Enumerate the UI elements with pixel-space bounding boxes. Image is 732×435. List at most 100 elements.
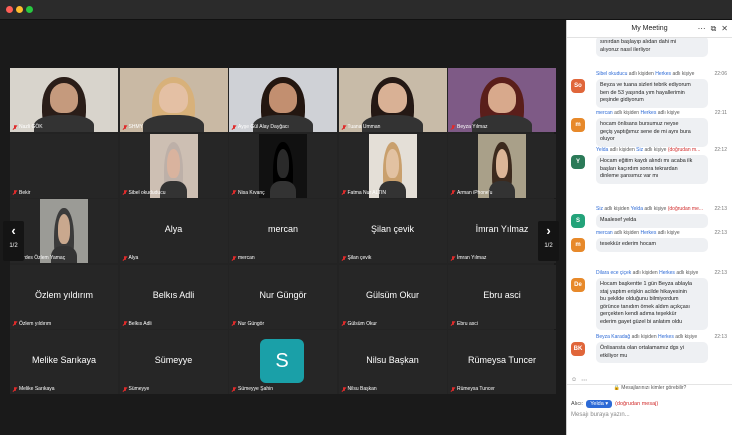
participant-name-tag: Nisa Kıvanç [232,190,265,196]
participant-tile[interactable]: Gülsüm Okur Gülsüm Okur [338,264,447,329]
sender-avatar: m [571,118,585,132]
video-stage: Nazli GÖK SHMY Ayşe Gül Alay Dayğacı Tuana … [0,20,566,435]
participant-display-name: Nur Güngör [259,289,307,300]
previous-page-button[interactable]: ‹ 1/2 [3,221,24,261]
participant-tile[interactable]: Tuana Umman [338,68,447,132]
participant-face-shape [487,83,517,113]
chevron-right-icon: › [546,223,551,238]
mic-muted-icon [451,124,455,130]
participant-name: SHMY [128,124,143,130]
participant-tile[interactable]: Sümeyye Sümeyye [119,330,228,394]
meta-text: adlı kişiden [612,110,641,116]
recipient-name: Yelda [630,206,643,212]
message-bubble: Beyza ve tuana sizleri tebrik ediyorum b… [596,79,708,108]
participant-tile[interactable]: Rümeysa Tuncer Rümeysa Tuncer [448,330,556,394]
message-meta: mercan adlı kişiden Herkes adlı kişiye 22… [596,110,727,116]
mic-muted-icon [13,386,17,392]
meta-text: adlı kişiye [674,270,699,276]
participant-tile[interactable]: Arman iPhone'u [448,133,556,198]
participant-video [259,133,307,198]
participant-name-tag: Nazli GÖK [13,124,43,130]
participant-tile[interactable]: Nur Güngör Nur Güngör [229,264,337,329]
message-time: 22:11 [714,110,727,116]
more-actions-icon[interactable]: ⋯ [581,377,587,384]
message-time: 22:13 [714,206,727,212]
mic-muted-icon [123,190,127,195]
message-meta: Sibel okuducu adlı kişiden Herkes adlı k… [596,71,727,77]
sender-name: mercan [596,110,613,116]
next-page-button[interactable]: › 1/2 [538,221,559,261]
participant-video [149,133,198,198]
participant-name-tag: Bekir [13,190,30,196]
participant-tile[interactable]: Belkıs Adli Belkıs Adli [119,264,228,329]
participant-tile[interactable]: Melike Sarıkaya Melike Sarıkaya [10,330,118,394]
participant-tile[interactable]: Sibel okududucu [119,133,228,198]
mic-muted-icon [232,255,236,261]
mic-muted-icon [13,124,17,130]
participant-name: Sümeyye [128,386,150,392]
reaction-icon[interactable]: ☺ [571,377,577,384]
message-input[interactable]: Mesajı buraya yazın... [571,412,630,418]
participant-tile[interactable]: Bekir [10,133,118,198]
meta-text: adlı kişiye [656,110,680,116]
participant-tile[interactable]: Ayşe Gül Alay Dayğacı [229,68,337,132]
participant-tile[interactable]: Özlem yıldırım Özlem yıldırım [10,264,118,329]
who-can-see-link[interactable]: 🔒 Mesajlarınızı kimler görebilir? [567,385,732,391]
participant-tile[interactable]: S Sümeyye Şahin [229,330,337,394]
participant-name: Fatma Nur ALTIN [347,189,387,196]
participant-video [478,133,526,198]
participant-display-name: Melike Sarıkaya [31,355,97,365]
minimize-window-button[interactable] [16,6,23,13]
participant-name-tag: Sibel okududucu [123,190,165,196]
message-meta: Siz adlı kişiden Yelda adlı kişiye (doğr… [596,206,727,212]
message-meta: Dilara ece çiçek adlı kişiden Herkes adl… [596,270,727,276]
recipient-name: Herkes [659,270,675,276]
participant-tile[interactable]: Firdes Özlem Yamaç [10,199,118,263]
participant-tile[interactable]: Alya Alya [119,199,228,263]
close-window-button[interactable] [6,6,13,13]
sender-name: Beyza Karadağ [596,334,631,340]
participant-tile[interactable]: Nisa Kıvanç [229,133,337,198]
participant-body-shape [488,180,516,198]
participant-name-tag: Beyza Yılmaz [451,124,487,130]
participant-name: Nazli GÖK [19,124,43,130]
chat-messages[interactable]: sınırdan başlayıp alıdan dahi mi alıyoru… [567,38,732,398]
participant-name: Nilsu Başkan [347,386,377,392]
recipient-dropdown[interactable]: Yelda ▾ [586,400,613,408]
participant-name-tag: Belkıs Adli [123,321,152,327]
mic-muted-icon [232,321,236,326]
participant-face-shape [378,83,407,113]
participant-display-name: Ebru asci [483,289,521,300]
sender-name: Yelda [596,147,609,153]
recipient-name: Herkes [655,71,672,77]
participant-tile[interactable]: Şilan çevik Şilan çevik [338,199,447,263]
participant-tile[interactable]: Ebru asci Ebru asci [448,264,556,329]
participant-tile[interactable]: Nazli GÖK [10,68,118,132]
more-icon[interactable]: ⋯ [698,24,706,33]
participant-name-tag: Arman iPhone'u [451,190,492,196]
participant-body-shape [269,180,297,198]
close-icon[interactable]: ✕ [721,24,728,33]
participant-tile[interactable]: Nilsu Başkan Nilsu Başkan [338,330,447,394]
meta-text: adlı kişiye [673,334,698,340]
message-bubble: tesekkür ederim hocam [596,238,708,252]
participant-face-shape [57,214,71,244]
mic-muted-icon [342,190,346,195]
participant-face-shape [386,148,399,179]
participant-tile[interactable]: Fatma Nur ALTIN [338,133,447,198]
direct-message-note: (doğrudan mesaj) [615,401,659,407]
participant-video [119,68,228,132]
participant-video [448,68,556,132]
participant-name: Ayşe Gül Alay Dayğacı [238,124,289,130]
maximize-window-button[interactable] [26,6,33,13]
mic-muted-icon [232,386,236,392]
mic-muted-icon [232,190,236,195]
participant-tile[interactable]: Beyza Yılmaz [448,68,556,132]
sender-avatar: BK [571,342,585,356]
sender-avatar: m [571,238,585,252]
popout-icon[interactable]: ⧉ [711,24,717,33]
chat-header: My Meeting ⋯ ⧉ ✕ [567,20,732,38]
message-bubble: hocam önlisans bursumuz neyse geçiş yapt… [596,118,708,147]
participant-tile[interactable]: mercan mercan [229,199,337,263]
participant-tile[interactable]: SHMY [119,68,228,132]
